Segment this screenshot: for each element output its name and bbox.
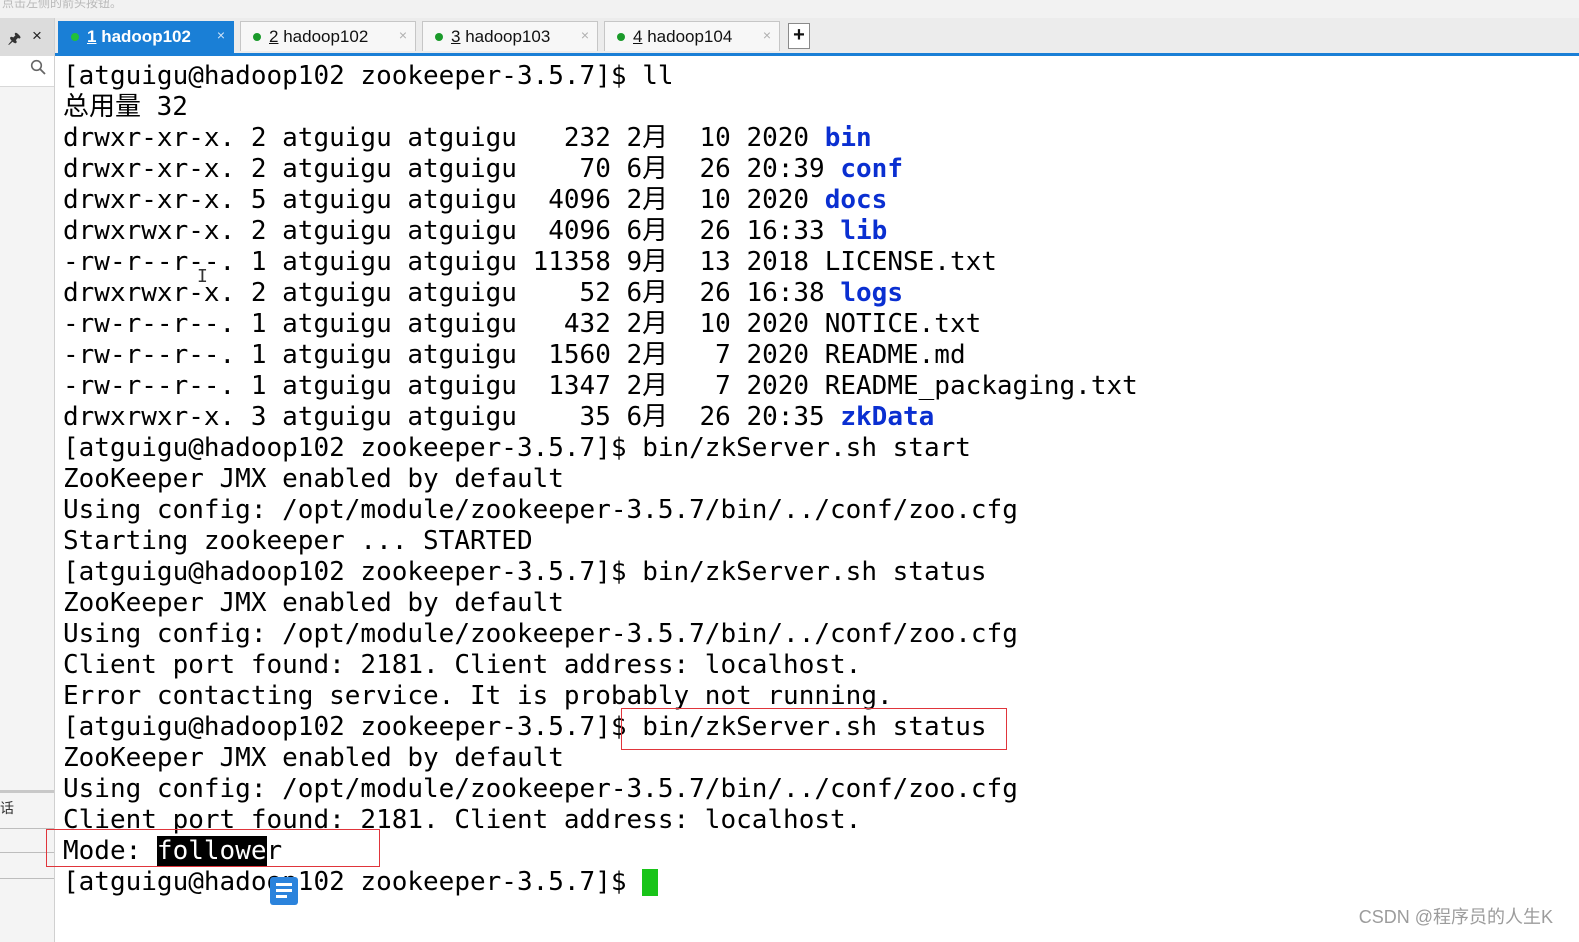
connected-status-icon (71, 33, 79, 41)
tab-number: 3 (451, 27, 461, 46)
tab-label: hadoop104 (647, 27, 733, 46)
shell-prompt: [atguigu@hadoop102 zookeeper-3.5.7]$ (63, 867, 643, 897)
file-name: README.md (824, 340, 966, 370)
terminal-output[interactable]: [atguigu@hadoop102 zookeeper-3.5.7]$ ll … (55, 56, 1579, 942)
add-tab-button[interactable]: + (788, 23, 810, 49)
command-text: bin/zkServer.sh status (642, 557, 987, 587)
text-cursor-icon: I (197, 266, 208, 287)
command-text: bin/zkServer.sh start (642, 433, 971, 463)
terminal-line: 总用量 32 (63, 92, 188, 122)
dir-name: logs (840, 278, 903, 308)
session-tab-bar: 1 hadoop102 × 2 hadoop102 × 3 hadoop103 … (55, 18, 1579, 54)
dir-name: conf (840, 154, 903, 184)
ls-entry: -rw-r--r--. 1 atguigu atguigu 1347 2月 7 … (63, 371, 1138, 401)
panel-label-clipped: 话 (0, 800, 14, 816)
ls-entry: drwxr-xr-x. 5 atguigu atguigu 4096 2月 10… (63, 185, 888, 215)
close-panel-icon[interactable]: × (32, 26, 42, 46)
command-text: ll (642, 61, 674, 91)
tab-close-icon[interactable]: × (217, 27, 225, 43)
terminal-line: [atguigu@hadoop102 zookeeper-3.5.7]$ bin… (63, 557, 987, 588)
dir-name: lib (840, 216, 888, 246)
tab-close-icon[interactable]: × (581, 27, 589, 43)
search-icon[interactable] (30, 59, 46, 75)
panel-controls: 🖈 × (0, 18, 54, 57)
tab-number: 4 (633, 27, 643, 46)
input-method-icon[interactable] (269, 876, 299, 906)
shell-prompt: [atguigu@hadoop102 zookeeper-3.5.7]$ (63, 433, 643, 463)
tab-close-icon[interactable]: × (399, 27, 407, 43)
tab-label: hadoop102 (101, 27, 191, 46)
tab-label: hadoop102 (283, 27, 369, 46)
connected-status-icon (617, 33, 625, 41)
terminal-line: Starting zookeeper ... STARTED (63, 526, 533, 556)
shell-prompt: [atguigu@hadoop102 zookeeper-3.5.7]$ (63, 61, 643, 91)
tab-hadoop104[interactable]: 4 hadoop104 × (604, 21, 780, 51)
ls-entry: drwxrwxr-x. 2 atguigu atguigu 52 6月 26 1… (63, 278, 903, 308)
file-name: NOTICE.txt (824, 309, 982, 339)
highlight-box-mode (46, 829, 380, 867)
highlight-box-command (621, 708, 1007, 750)
csdn-watermark: CSDN @程序员的人生K (1358, 907, 1553, 927)
tab-close-icon[interactable]: × (763, 27, 771, 43)
shell-prompt: [atguigu@hadoop102 zookeeper-3.5.7]$ (63, 557, 643, 587)
terminal-cursor (642, 869, 659, 896)
panel-divider[interactable] (0, 790, 54, 793)
ls-entry: drwxr-xr-x. 2 atguigu atguigu 232 2月 10 … (63, 123, 872, 153)
file-name: LICENSE.txt (824, 247, 997, 277)
terminal-line: Using config: /opt/module/zookeeper-3.5.… (63, 619, 1018, 649)
panel-row-line (0, 878, 54, 879)
pin-icon[interactable]: 🖈 (8, 28, 21, 52)
terminal-line: Using config: /opt/module/zookeeper-3.5.… (63, 495, 1018, 525)
ls-entry: -rw-r--r--. 1 atguigu atguigu 432 2月 10 … (63, 309, 982, 339)
ls-entry: drwxrwxr-x. 3 atguigu atguigu 35 6月 26 2… (63, 402, 935, 432)
tab-number: 1 (87, 27, 97, 46)
terminal-line: [atguigu@hadoop102 zookeeper-3.5.7]$ bin… (63, 433, 971, 464)
tab-hadoop103[interactable]: 3 hadoop103 × (422, 21, 598, 51)
terminal-line: ZooKeeper JMX enabled by default (63, 464, 564, 494)
dir-name: docs (824, 185, 888, 215)
terminal-line: Client port found: 2181. Client address:… (63, 650, 862, 680)
tab-number: 2 (269, 27, 279, 46)
tab-hadoop102-1[interactable]: 1 hadoop102 × (58, 21, 234, 54)
session-side-panel: 🖈 × 话 (0, 18, 55, 942)
file-name: README_packaging.txt (824, 371, 1138, 401)
terminal-line: [atguigu@hadoop102 zookeeper-3.5.7]$ (63, 867, 659, 898)
shell-prompt: [atguigu@hadoop102 zookeeper-3.5.7]$ (63, 712, 643, 742)
connected-status-icon (253, 33, 261, 41)
tab-hadoop102-2[interactable]: 2 hadoop102 × (240, 21, 416, 51)
panel-search[interactable] (0, 56, 54, 87)
terminal-line: [atguigu@hadoop102 zookeeper-3.5.7]$ ll (63, 61, 674, 92)
terminal-line: ZooKeeper JMX enabled by default (63, 743, 564, 773)
ls-entry: drwxr-xr-x. 2 atguigu atguigu 70 6月 26 2… (63, 154, 903, 184)
dir-name: bin (824, 123, 872, 153)
ls-entry: -rw-r--r--. 1 atguigu atguigu 1560 2月 7 … (63, 340, 966, 370)
terminal-line: ZooKeeper JMX enabled by default (63, 588, 564, 618)
terminal-line: Using config: /opt/module/zookeeper-3.5.… (63, 774, 1018, 804)
top-strip: 点击左侧的箭头按钮。 (0, 0, 1579, 18)
ls-entry: drwxrwxr-x. 2 atguigu atguigu 4096 6月 26… (63, 216, 888, 246)
connected-status-icon (435, 33, 443, 41)
dir-name: zkData (840, 402, 935, 432)
top-clipped-text: 点击左侧的箭头按钮。 (2, 0, 123, 10)
tab-label: hadoop103 (465, 27, 551, 46)
